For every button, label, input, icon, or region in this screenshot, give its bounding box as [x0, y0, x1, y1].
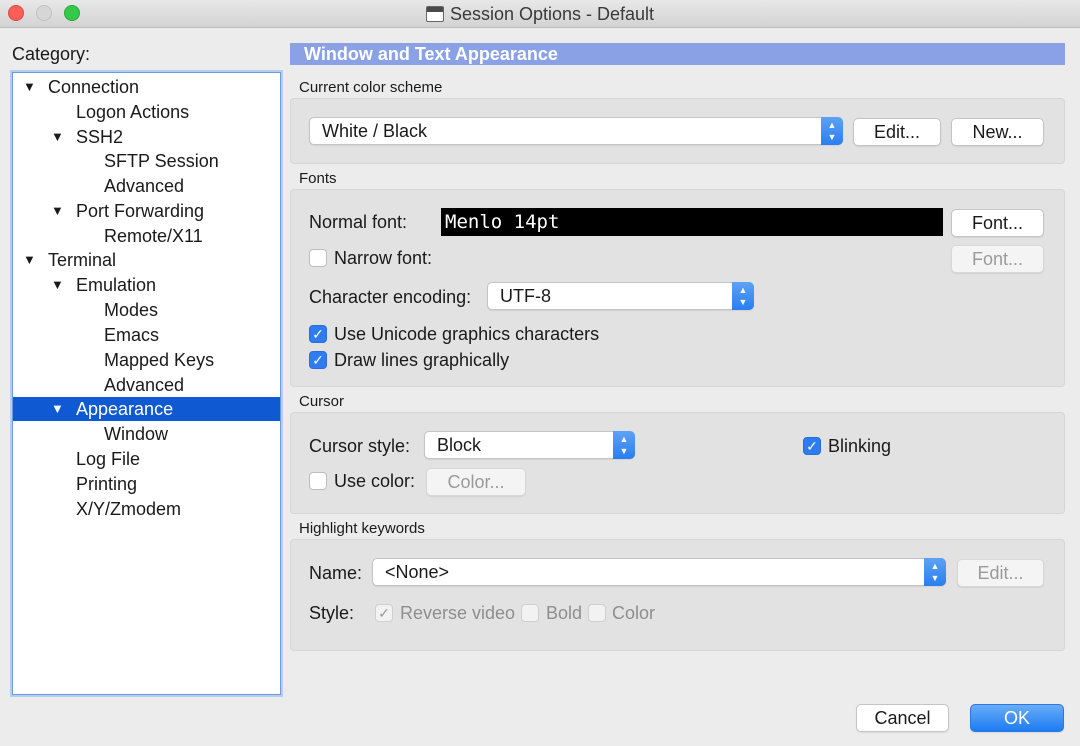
- fonts-section-label: Fonts: [299, 170, 337, 187]
- bold-checkbox[interactable]: [521, 604, 539, 622]
- draw-lines-checkbox[interactable]: ✓: [309, 351, 327, 369]
- cursor-color-button[interactable]: Color...: [426, 468, 526, 496]
- tree-item-printing[interactable]: Printing: [13, 472, 280, 496]
- use-color-checkbox[interactable]: [309, 472, 327, 490]
- highlight-name-label: Name:: [309, 563, 363, 583]
- normal-font-label: Normal font:: [309, 212, 408, 232]
- reverse-video-checkbox[interactable]: ✓: [375, 604, 393, 622]
- tree-item-sftp-session[interactable]: SFTP Session: [13, 149, 280, 173]
- tree-item-emulation[interactable]: ▼ Emulation: [13, 273, 280, 297]
- highlight-section-label: Highlight keywords: [299, 520, 425, 537]
- color-scheme-section-label: Current color scheme: [299, 79, 443, 96]
- ok-button[interactable]: OK: [970, 704, 1064, 732]
- disclosure-triangle-icon[interactable]: ▼: [51, 125, 64, 149]
- new-color-scheme-button[interactable]: New...: [951, 118, 1044, 146]
- draw-lines-label: Draw lines graphically: [334, 350, 510, 370]
- disclosure-triangle-icon[interactable]: ▼: [51, 273, 64, 297]
- tree-item-window[interactable]: Window: [13, 422, 280, 446]
- cursor-style-select[interactable]: Block ▲ ▼: [424, 431, 635, 459]
- select-arrows-icon: ▲ ▼: [821, 117, 843, 145]
- highlight-name-select[interactable]: <None> ▲ ▼: [372, 558, 946, 586]
- cursor-style-label: Cursor style:: [309, 436, 411, 456]
- tree-item-xyzmodem[interactable]: X/Y/Zmodem: [13, 497, 280, 521]
- color-checkbox[interactable]: [588, 604, 606, 622]
- window-title-wrap: Session Options - Default: [0, 4, 1080, 25]
- tree-item-remote-x11[interactable]: Remote/X11: [13, 224, 280, 248]
- color-label: Color: [612, 603, 656, 623]
- blinking-checkbox[interactable]: ✓: [803, 437, 821, 455]
- normal-font-button[interactable]: Font...: [951, 209, 1044, 237]
- narrow-font-checkbox[interactable]: [309, 249, 327, 267]
- tree-item-mapped-keys[interactable]: Mapped Keys: [13, 348, 280, 372]
- tree-item-appearance[interactable]: ▼ Appearance: [13, 397, 280, 421]
- panel-title: Window and Text Appearance: [290, 43, 1065, 65]
- terminal-app-icon: [425, 6, 444, 22]
- tree-item-modes[interactable]: Modes: [13, 298, 280, 322]
- narrow-font-label: Narrow font:: [334, 248, 433, 268]
- disclosure-triangle-icon[interactable]: ▼: [51, 397, 64, 421]
- narrow-font-button[interactable]: Font...: [951, 245, 1044, 273]
- tree-item-port-forwarding[interactable]: ▼ Port Forwarding: [13, 199, 280, 223]
- cursor-group: [290, 412, 1065, 514]
- title-bar: Session Options - Default: [0, 0, 1080, 28]
- bold-label: Bold: [546, 603, 583, 623]
- disclosure-triangle-icon[interactable]: ▼: [23, 75, 36, 99]
- normal-font-preview: Menlo 14pt: [441, 208, 943, 236]
- unicode-graphics-label: Use Unicode graphics characters: [334, 324, 600, 344]
- edit-color-scheme-button[interactable]: Edit...: [853, 118, 941, 146]
- tree-item-logon-actions[interactable]: Logon Actions: [13, 100, 280, 124]
- window-title: Session Options - Default: [449, 4, 655, 24]
- character-encoding-select[interactable]: UTF-8 ▲ ▼: [487, 282, 754, 310]
- select-arrows-icon: ▲ ▼: [732, 282, 754, 310]
- use-color-label: Use color:: [334, 471, 416, 491]
- tree-item-ssh2-advanced[interactable]: Advanced: [13, 174, 280, 198]
- tree-item-connection[interactable]: ▼ Connection: [13, 75, 280, 99]
- category-tree[interactable]: ▼ Connection Logon Actions ▼ SSH2 SFTP S…: [12, 72, 281, 695]
- tree-item-emulation-advanced[interactable]: Advanced: [13, 373, 280, 397]
- highlight-style-label: Style:: [309, 603, 355, 623]
- category-label: Category:: [12, 44, 91, 64]
- color-scheme-select[interactable]: White / Black ▲ ▼: [309, 117, 843, 145]
- disclosure-triangle-icon[interactable]: ▼: [51, 199, 64, 223]
- tree-item-emacs[interactable]: Emacs: [13, 323, 280, 347]
- blinking-label: Blinking: [828, 436, 892, 456]
- highlight-group: [290, 539, 1065, 651]
- highlight-edit-button[interactable]: Edit...: [957, 559, 1044, 587]
- reverse-video-label: Reverse video: [400, 603, 516, 623]
- unicode-graphics-checkbox[interactable]: ✓: [309, 325, 327, 343]
- cancel-button[interactable]: Cancel: [856, 704, 949, 732]
- tree-item-terminal[interactable]: ▼ Terminal: [13, 248, 280, 272]
- tree-item-log-file[interactable]: Log File: [13, 447, 280, 471]
- cursor-section-label: Cursor: [299, 393, 345, 410]
- character-encoding-label: Character encoding:: [309, 287, 472, 307]
- disclosure-triangle-icon[interactable]: ▼: [23, 248, 36, 272]
- select-arrows-icon: ▲ ▼: [924, 558, 946, 586]
- select-arrows-icon: ▲ ▼: [613, 431, 635, 459]
- tree-item-ssh2[interactable]: ▼ SSH2: [13, 125, 280, 149]
